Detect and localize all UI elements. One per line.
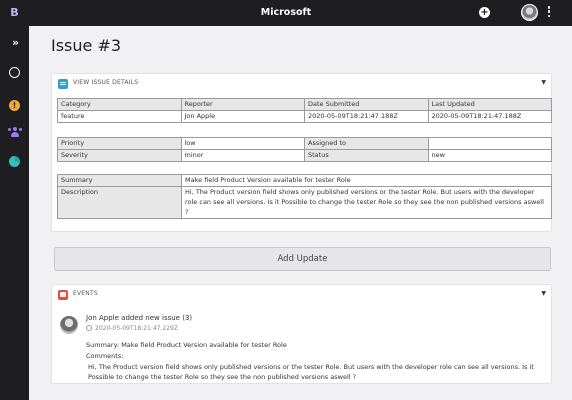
issue-description-table: Summary Make field Product Version avail… (57, 174, 552, 219)
description-value: Hi, The Product version field shows only… (181, 186, 552, 219)
table-row: Category Reporter Date Submitted Last Up… (57, 98, 552, 111)
issue-details-title: VIEW ISSUE DETAILS (73, 79, 139, 86)
summary-label: Summary (57, 174, 182, 187)
severity-value: minor (180, 149, 305, 162)
users-icon[interactable] (0, 122, 29, 140)
last-updated-value: 2020-05-09T18:21:47.188Z (427, 110, 552, 123)
chat-icon (58, 290, 68, 300)
issue-details-card: VIEW ISSUE DETAILS ▼ Category Reporter D… (51, 73, 552, 232)
table-row: Severity minor Status new (57, 149, 552, 162)
user-avatar[interactable] (521, 4, 538, 21)
issue-details-header[interactable]: VIEW ISSUE DETAILS ▼ (52, 74, 551, 94)
summary-value: Make field Product Version available for… (181, 174, 552, 187)
add-update-button[interactable]: Add Update (54, 247, 551, 271)
list-icon (58, 79, 68, 89)
table-row: Priority low Assigned to (57, 137, 552, 150)
chevron-down-icon[interactable]: ▼ (541, 290, 546, 297)
last-updated-header: Last Updated (427, 98, 552, 111)
top-bar: Microsoft + (0, 0, 572, 26)
page-title: Issue #3 (51, 36, 122, 55)
events-card: EVENTS ▼ Jon Apple added new issue (3) 2… (51, 284, 552, 384)
date-submitted-header: Date Submitted (304, 98, 429, 111)
date-submitted-value: 2020-05-09T18:21:47.188Z (304, 110, 429, 123)
sidebar: B » ! (0, 0, 29, 400)
priority-value: low (180, 137, 305, 150)
plus-circle-icon[interactable]: + (479, 7, 490, 18)
reporter-link[interactable]: Jon Apple (180, 110, 305, 123)
issue-status-table: Priority low Assigned to Severity minor … (57, 137, 552, 162)
table-row: Summary Make field Product Version avail… (57, 174, 552, 187)
pie-chart-icon[interactable] (0, 152, 29, 170)
assigned-value (427, 137, 552, 150)
description-label: Description (57, 186, 182, 219)
category-value: feature (57, 110, 182, 123)
events-header[interactable]: EVENTS ▼ (52, 285, 551, 305)
table-row: Description Hi, The Product version fiel… (57, 186, 552, 219)
status-label: Status (304, 149, 429, 162)
severity-label: Severity (57, 149, 182, 162)
alert-icon[interactable]: ! (0, 93, 29, 111)
event-comments: Hi, The Product version field shows only… (88, 363, 534, 381)
category-header: Category (57, 98, 182, 111)
status-value: new (427, 149, 552, 162)
events-title: EVENTS (73, 290, 98, 297)
kebab-menu-icon[interactable] (546, 6, 552, 20)
brand-logo[interactable]: B (7, 5, 22, 20)
event-title: Jon Apple added new issue (3) (86, 314, 193, 322)
chevrons-right-icon[interactable]: » (0, 34, 29, 52)
reporter-header: Reporter (180, 98, 305, 111)
avatar (60, 316, 78, 334)
table-row: feature Jon Apple 2020-05-09T18:21:47.18… (57, 110, 552, 123)
circle-icon[interactable] (0, 63, 29, 81)
event-summary: Summary: Make field Product Version avai… (86, 341, 287, 349)
issue-meta-table: Category Reporter Date Submitted Last Up… (57, 98, 552, 123)
event-timestamp-text: 2020-05-09T18:21:47.229Z (95, 325, 178, 332)
priority-label: Priority (57, 137, 182, 150)
event-timestamp: 2020-05-09T18:21:47.229Z (86, 325, 178, 332)
assigned-label: Assigned to (304, 137, 429, 150)
event-comments-label: Comments: (86, 352, 124, 360)
chevron-down-icon[interactable]: ▼ (541, 79, 546, 86)
clock-icon (86, 325, 92, 331)
